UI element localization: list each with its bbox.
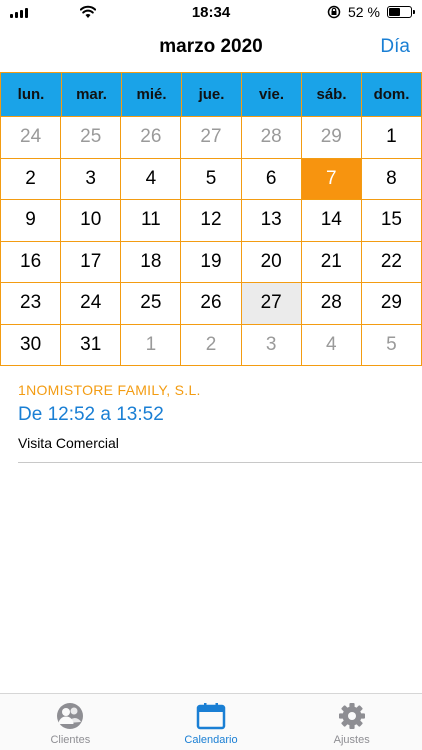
- weekday-label: sáb.: [301, 73, 361, 116]
- day-cell[interactable]: 12: [181, 200, 242, 242]
- battery-fill: [389, 8, 400, 16]
- day-cell[interactable]: 23: [1, 283, 62, 325]
- rotation-lock-icon: [327, 5, 341, 19]
- status-bar: 18:34 52 %: [0, 0, 422, 24]
- day-cell[interactable]: 3: [61, 158, 122, 200]
- day-view-button[interactable]: Día: [380, 36, 410, 58]
- day-cell[interactable]: 14: [301, 200, 362, 242]
- event-time-range: De 12:52 a 13:52: [18, 404, 164, 425]
- day-cell[interactable]: 13: [241, 200, 302, 242]
- day-cell[interactable]: 1: [361, 117, 422, 159]
- day-cell[interactable]: 30: [1, 324, 62, 366]
- event-description: Visita Comercial: [18, 435, 119, 451]
- gear-icon: [338, 703, 365, 729]
- day-cell[interactable]: 25: [61, 117, 122, 159]
- divider: [18, 462, 422, 463]
- day-cell[interactable]: 10: [61, 200, 122, 242]
- weekday-label: dom.: [361, 73, 421, 116]
- calendar-icon: [196, 703, 226, 730]
- month-title: marzo 2020: [159, 36, 263, 57]
- weekday-label: mié.: [121, 73, 181, 116]
- day-cell[interactable]: 24: [1, 117, 62, 159]
- tab-calendario[interactable]: Calendario: [141, 694, 282, 750]
- battery-icon: [387, 6, 415, 18]
- day-cell[interactable]: 21: [301, 241, 362, 283]
- day-cell[interactable]: 19: [181, 241, 242, 283]
- day-cell[interactable]: 5: [361, 324, 422, 366]
- month-calendar: lun. mar. mié. jue. vie. sáb. dom. 24 25 26 27 28 2…: [0, 72, 422, 366]
- day-cell[interactable]: 26: [181, 283, 242, 325]
- day-cell[interactable]: 27: [181, 117, 242, 159]
- calendar-days-grid: 24 25 26 27 28 29 1 2 3 4 5 6 7 8 9 10 11 12 13 14 15 16 17 18 1…: [0, 117, 422, 366]
- day-cell[interactable]: 20: [241, 241, 302, 283]
- day-cell[interactable]: 15: [361, 200, 422, 242]
- weekday-label: mar.: [61, 73, 121, 116]
- tab-ajustes[interactable]: Ajustes: [281, 694, 422, 750]
- day-cell[interactable]: 2: [181, 324, 242, 366]
- day-cell[interactable]: 4: [121, 158, 182, 200]
- weekday-header-row: lun. mar. mié. jue. vie. sáb. dom.: [0, 72, 422, 117]
- day-cell[interactable]: 28: [241, 117, 302, 159]
- weekday-label: vie.: [241, 73, 301, 116]
- tab-label-calendario: Calendario: [184, 734, 238, 746]
- day-cell[interactable]: 5: [181, 158, 242, 200]
- event-company: 1NOMISTORE FAMILY, S.L.: [18, 382, 201, 398]
- day-cell[interactable]: 2: [1, 158, 62, 200]
- day-cell[interactable]: 9: [1, 200, 62, 242]
- clients-icon: [57, 703, 84, 729]
- day-cell[interactable]: 3: [241, 324, 302, 366]
- event-item[interactable]: 1NOMISTORE FAMILY, S.L. De 12:52 a 13:52…: [18, 382, 408, 451]
- day-cell[interactable]: 31: [61, 324, 122, 366]
- day-cell[interactable]: 4: [301, 324, 362, 366]
- tab-bar: Clientes Calendario Ajustes: [0, 693, 422, 750]
- day-cell[interactable]: 26: [121, 117, 182, 159]
- day-cell[interactable]: 29: [361, 283, 422, 325]
- day-cell[interactable]: 6: [241, 158, 302, 200]
- calendar-header: marzo 2020 Día: [0, 30, 422, 66]
- day-cell-today[interactable]: 27: [241, 283, 302, 325]
- day-cell[interactable]: 11: [121, 200, 182, 242]
- day-cell[interactable]: 16: [1, 241, 62, 283]
- tab-clientes[interactable]: Clientes: [0, 694, 141, 750]
- day-cell[interactable]: 24: [61, 283, 122, 325]
- tab-label-ajustes: Ajustes: [333, 734, 370, 746]
- tab-label-clientes: Clientes: [50, 734, 91, 746]
- day-cell[interactable]: 8: [361, 158, 422, 200]
- day-cell[interactable]: 25: [121, 283, 182, 325]
- day-cell-selected[interactable]: 7: [301, 158, 362, 200]
- day-cell[interactable]: 17: [61, 241, 122, 283]
- weekday-label: lun.: [17, 86, 45, 103]
- weekday-label: jue.: [181, 73, 241, 116]
- day-cell[interactable]: 28: [301, 283, 362, 325]
- day-cell[interactable]: 1: [121, 324, 182, 366]
- day-cell[interactable]: 22: [361, 241, 422, 283]
- day-cell[interactable]: 18: [121, 241, 182, 283]
- day-cell[interactable]: 29: [301, 117, 362, 159]
- battery-percentage: 52 %: [348, 4, 380, 20]
